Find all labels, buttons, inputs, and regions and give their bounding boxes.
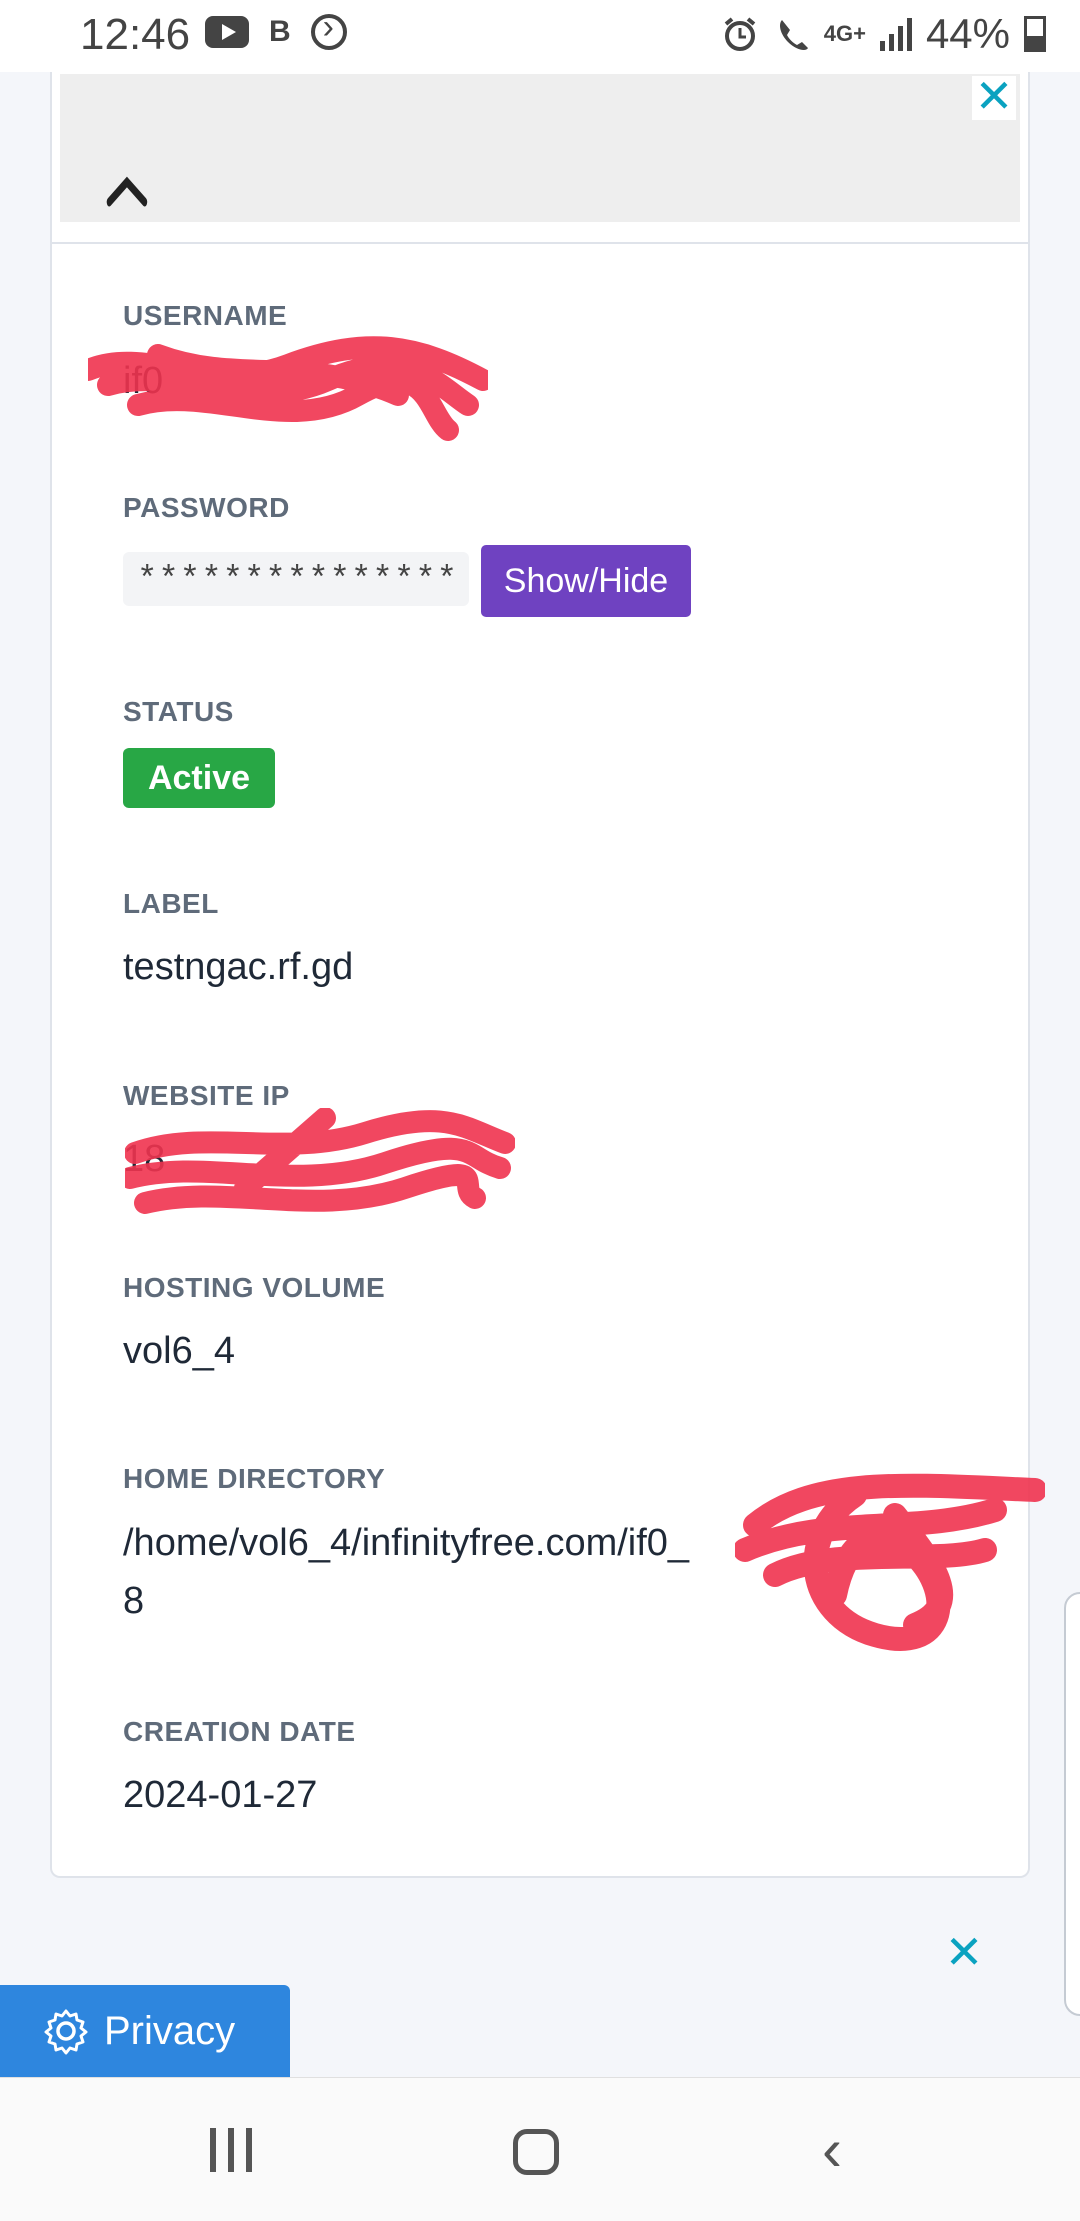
home-directory-line-1: /home/vol6_4/infinityfree.com/if0_ xyxy=(123,1522,690,1564)
creation-date-value: 2024-01-27 xyxy=(123,1774,318,1816)
status-badge: Active xyxy=(123,748,275,808)
label-value: testngac.rf.gd xyxy=(123,946,354,988)
status-label: STATUS xyxy=(123,696,234,727)
media-icon xyxy=(310,8,347,50)
battery-percent: 44% xyxy=(925,10,1010,57)
home-icon[interactable] xyxy=(513,2129,559,2175)
network-type: 4G+ xyxy=(823,21,866,46)
alarm-icon xyxy=(724,17,756,51)
redaction-scribble xyxy=(125,1108,515,1214)
show-hide-button[interactable]: Show/Hide xyxy=(481,545,691,617)
label-label: LABEL xyxy=(123,888,219,919)
battery-icon xyxy=(1024,16,1046,52)
wifi-call-icon xyxy=(779,20,808,50)
signal-icon xyxy=(879,17,912,51)
side-scroll-handle[interactable] xyxy=(1064,1592,1080,2016)
back-icon[interactable]: ‹ xyxy=(822,2120,842,2180)
system-status: 4G+ 44% xyxy=(720,10,1046,58)
hosting-volume-label: HOSTING VOLUME xyxy=(123,1272,386,1303)
ad-close-icon[interactable]: ✕ xyxy=(972,73,1016,120)
ad-banner-top[interactable] xyxy=(60,74,1020,222)
recent-apps-icon[interactable] xyxy=(210,2128,252,2172)
password-value: *************** xyxy=(123,552,469,606)
hosting-volume-value: vol6_4 xyxy=(123,1330,235,1372)
privacy-button[interactable]: Privacy xyxy=(0,1985,290,2077)
gear-icon xyxy=(44,2009,88,2055)
ad-close-icon-bottom[interactable]: ✕ xyxy=(942,1929,986,1976)
creation-date-label: CREATION DATE xyxy=(123,1716,356,1747)
password-label: PASSWORD xyxy=(123,492,290,523)
youtube-icon xyxy=(205,16,249,48)
b-app-icon: B xyxy=(269,15,291,48)
status-time: 12:46 xyxy=(80,10,191,59)
redaction-scribble xyxy=(88,336,488,441)
notification-icons: B xyxy=(205,8,347,50)
privacy-label: Privacy xyxy=(104,2008,236,2053)
status-bar: 12:46 B 4G+ 44% xyxy=(0,0,1080,72)
system-nav-bar: ‹ xyxy=(0,2077,1080,2221)
home-directory-line-2: 8 xyxy=(123,1580,145,1622)
redaction-scribble xyxy=(735,1473,1045,1651)
collapse-chevron-icon[interactable] xyxy=(92,170,162,210)
home-directory-label: HOME DIRECTORY xyxy=(123,1463,386,1494)
